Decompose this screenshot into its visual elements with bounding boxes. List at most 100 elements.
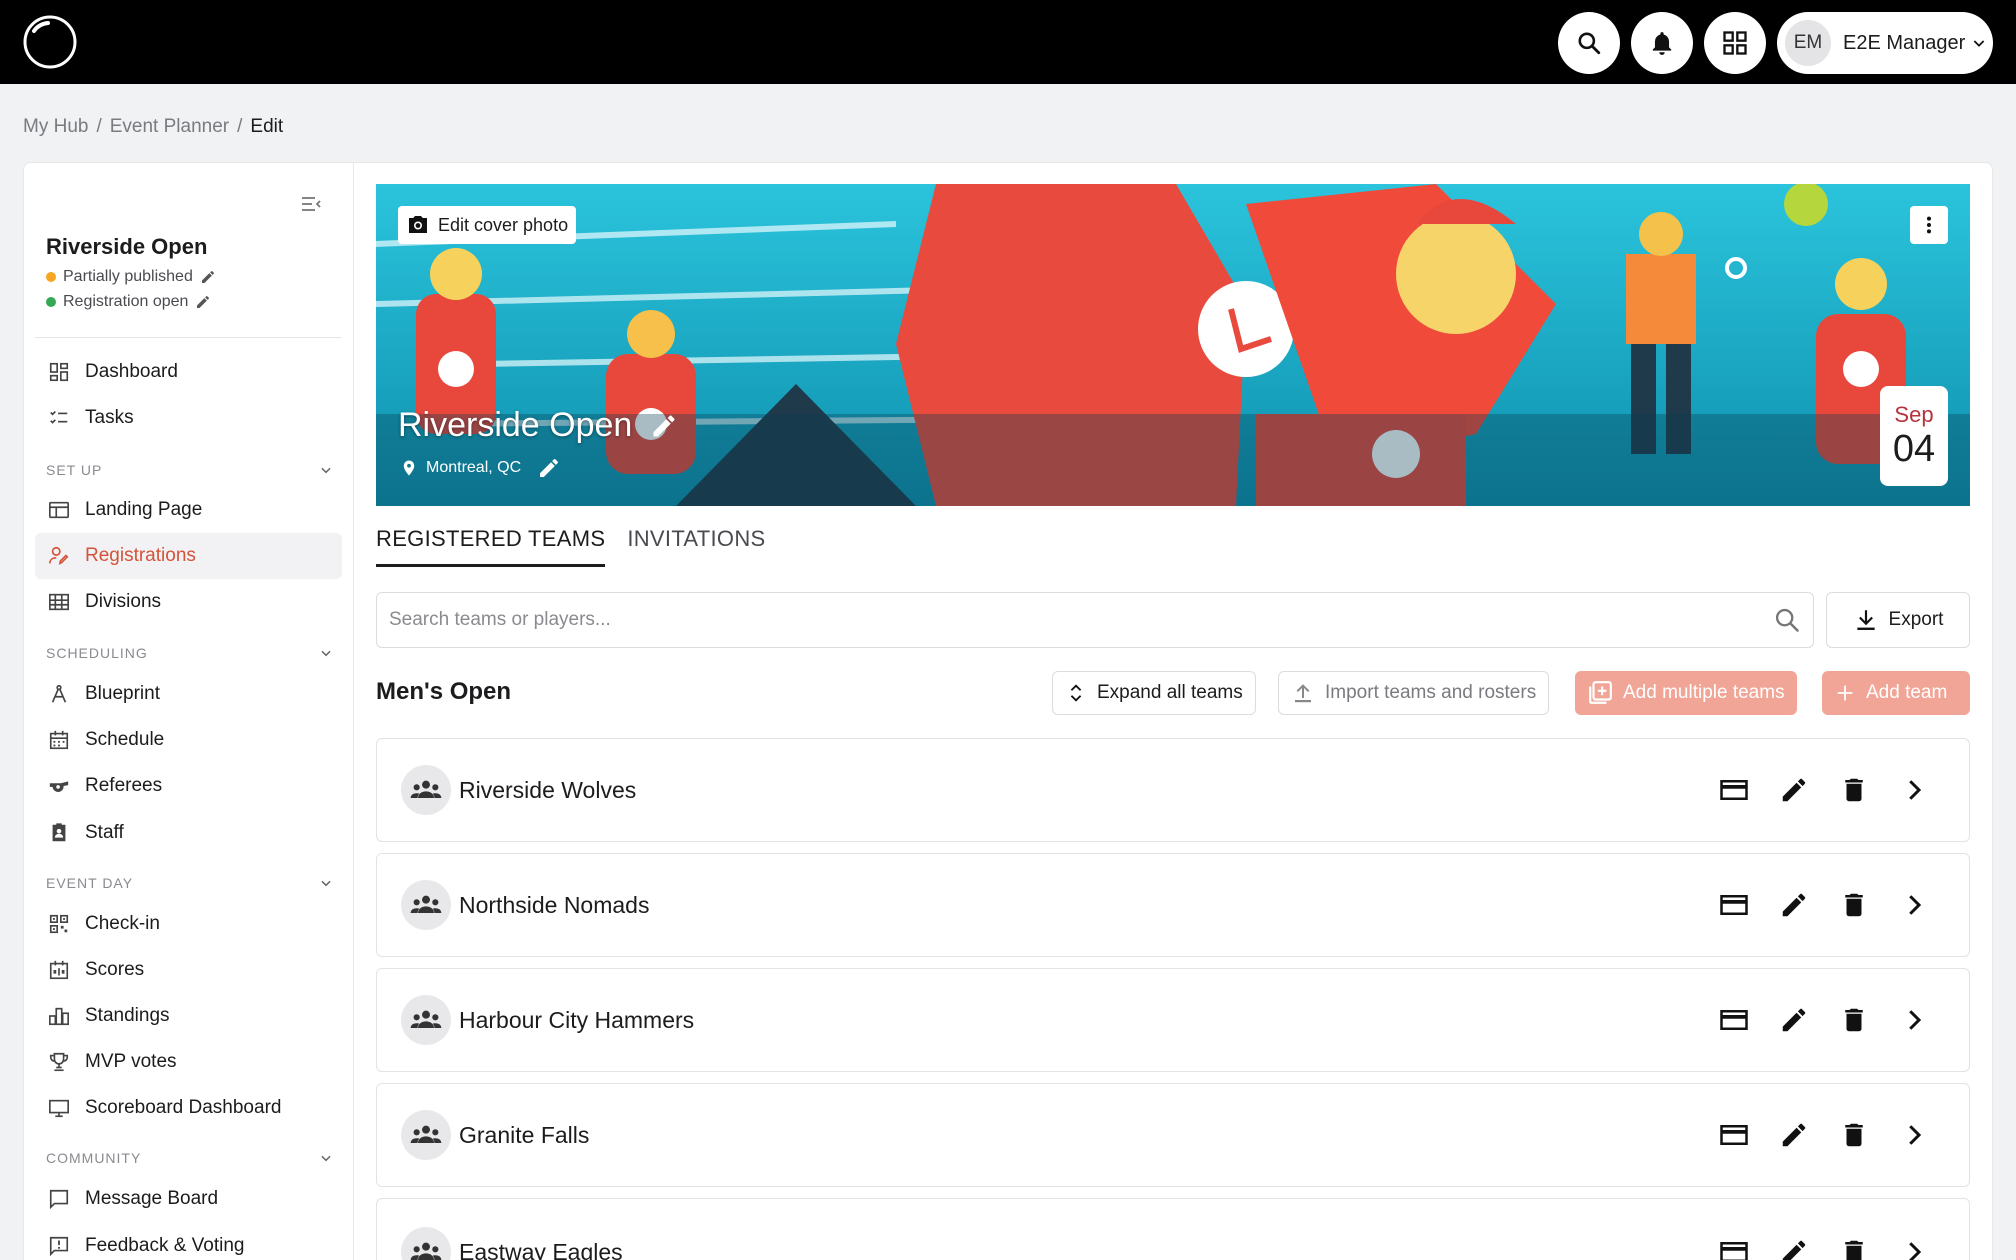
cover-photo: Edit cover photo Riverside Open Montreal… xyxy=(376,184,1970,506)
bell-icon xyxy=(1652,32,1672,55)
section-event-day[interactable]: EVENT DAY xyxy=(46,875,333,891)
trash-icon[interactable] xyxy=(1839,890,1869,920)
search-input[interactable] xyxy=(389,609,1773,631)
sidebar-item-schedule[interactable]: Schedule xyxy=(35,717,342,763)
expand-icon xyxy=(1070,684,1082,702)
chevron-down-icon xyxy=(321,467,331,474)
status-published-label: Partially published xyxy=(63,268,193,285)
download-icon xyxy=(1856,610,1875,630)
sidebar-item-blueprint[interactable]: Blueprint xyxy=(35,671,342,717)
payment-card-icon[interactable] xyxy=(1719,775,1749,805)
payment-card-icon[interactable] xyxy=(1719,890,1749,920)
sidebar-item-feedback[interactable]: Feedback & Voting xyxy=(35,1223,342,1260)
sidebar-item-divisions[interactable]: Divisions xyxy=(35,579,342,625)
more-vertical-icon xyxy=(1926,216,1932,234)
sidebar-item-dashboard[interactable]: Dashboard xyxy=(35,349,342,395)
chevron-down-icon xyxy=(1974,40,1985,47)
sidebar-item-scores[interactable]: Scores xyxy=(35,947,342,993)
team-row[interactable]: Riverside Wolves xyxy=(376,738,1970,842)
breadcrumb-my-hub[interactable]: My Hub xyxy=(23,116,88,138)
location-pin-icon xyxy=(403,460,415,476)
edit-icon[interactable] xyxy=(1779,890,1809,920)
date-badge: Sep 04 xyxy=(1880,386,1948,486)
schedule-icon xyxy=(49,730,69,750)
trash-icon[interactable] xyxy=(1839,1237,1869,1260)
tasks-icon xyxy=(50,410,68,424)
payment-card-icon[interactable] xyxy=(1719,1237,1749,1260)
pencil-icon[interactable] xyxy=(200,269,216,285)
team-avatar xyxy=(401,1110,451,1160)
sidebar-item-tasks[interactable]: Tasks xyxy=(35,395,342,441)
tab-invitations[interactable]: INVITATIONS xyxy=(627,526,765,567)
pencil-icon[interactable] xyxy=(537,456,561,480)
section-scheduling[interactable]: SCHEDULING xyxy=(46,645,333,661)
sidebar-item-mvp-votes[interactable]: MVP votes xyxy=(35,1039,342,1085)
chevron-right-icon[interactable] xyxy=(1899,1005,1929,1035)
user-menu-button[interactable]: EM E2E Manager xyxy=(1777,12,1993,74)
edit-icon[interactable] xyxy=(1779,1120,1809,1150)
sidebar-item-landing-page[interactable]: Landing Page xyxy=(35,487,342,533)
date-month: Sep xyxy=(1894,401,1934,427)
collapse-sidebar-icon[interactable] xyxy=(299,192,323,216)
search-button[interactable] xyxy=(1558,12,1620,74)
sidebar-item-scoreboard-dashboard[interactable]: Scoreboard Dashboard xyxy=(35,1085,342,1131)
edit-icon[interactable] xyxy=(1779,1237,1809,1260)
search-icon xyxy=(1578,32,1601,55)
chevron-right-icon[interactable] xyxy=(1899,890,1929,920)
breadcrumb-event-planner[interactable]: Event Planner xyxy=(110,116,229,138)
sidebar-item-referees[interactable]: Referees xyxy=(35,763,342,809)
avatar: EM xyxy=(1785,20,1831,66)
sidebar-item-staff[interactable]: Staff xyxy=(35,810,342,856)
trash-icon[interactable] xyxy=(1839,1120,1869,1150)
team-row[interactable]: Granite Falls xyxy=(376,1083,1970,1187)
add-multiple-teams-button[interactable]: Add multiple teams xyxy=(1575,671,1797,715)
sidebar-item-check-in[interactable]: Check-in xyxy=(35,901,342,947)
expand-all-teams-button[interactable]: Expand all teams xyxy=(1052,671,1256,715)
sidebar-item-standings[interactable]: Standings xyxy=(35,993,342,1039)
edit-cover-photo-button[interactable]: Edit cover photo xyxy=(398,206,577,244)
add-team-button[interactable]: Add team xyxy=(1822,671,1970,715)
edit-icon[interactable] xyxy=(1779,1005,1809,1035)
registrations-icon xyxy=(49,546,69,565)
library-add-icon xyxy=(1589,681,1612,704)
import-teams-button[interactable]: Import teams and rosters xyxy=(1278,671,1550,715)
search-icon[interactable] xyxy=(1773,606,1801,634)
group-icon xyxy=(410,895,442,913)
trash-icon[interactable] xyxy=(1839,1005,1869,1035)
notifications-button[interactable] xyxy=(1631,12,1693,74)
tab-registered-teams[interactable]: REGISTERED TEAMS xyxy=(376,526,606,567)
chevron-right-icon[interactable] xyxy=(1899,775,1929,805)
edit-icon[interactable] xyxy=(1779,775,1809,805)
whistle-icon xyxy=(49,781,69,792)
pencil-icon[interactable] xyxy=(650,412,678,440)
cover-more-button[interactable] xyxy=(1910,206,1948,244)
pencil-icon[interactable] xyxy=(195,294,211,310)
sidebar-item-registrations[interactable]: Registrations xyxy=(35,533,342,579)
search-box xyxy=(376,592,1814,648)
top-bar: EM E2E Manager xyxy=(0,0,2016,84)
chevron-right-icon[interactable] xyxy=(1899,1237,1929,1260)
app-logo-icon[interactable] xyxy=(22,14,78,70)
cover-location: Montreal, QC xyxy=(400,456,561,480)
plus-icon xyxy=(1837,685,1853,701)
cover-title: Riverside Open xyxy=(398,406,678,445)
blueprint-icon xyxy=(51,684,67,703)
team-name: Eastway Eagles xyxy=(459,1239,623,1260)
team-name: Harbour City Hammers xyxy=(459,1006,695,1033)
team-avatar xyxy=(401,995,451,1045)
apps-button[interactable] xyxy=(1704,12,1766,74)
chevron-right-icon[interactable] xyxy=(1899,1120,1929,1150)
section-setup[interactable]: SET UP xyxy=(46,462,333,478)
trash-icon[interactable] xyxy=(1839,775,1869,805)
export-button[interactable]: Export xyxy=(1826,592,1970,648)
group-icon xyxy=(410,780,442,798)
team-row[interactable]: Northside Nomads xyxy=(376,853,1970,957)
section-community[interactable]: COMMUNITY xyxy=(46,1150,333,1166)
qr-icon xyxy=(49,914,69,934)
sidebar-item-message-board[interactable]: Message Board xyxy=(35,1176,342,1222)
team-row[interactable]: Harbour City Hammers xyxy=(376,968,1970,1072)
payment-card-icon[interactable] xyxy=(1719,1005,1749,1035)
monitor-icon xyxy=(49,1099,69,1118)
payment-card-icon[interactable] xyxy=(1719,1120,1749,1150)
team-row[interactable]: Eastway Eagles xyxy=(376,1198,1970,1260)
